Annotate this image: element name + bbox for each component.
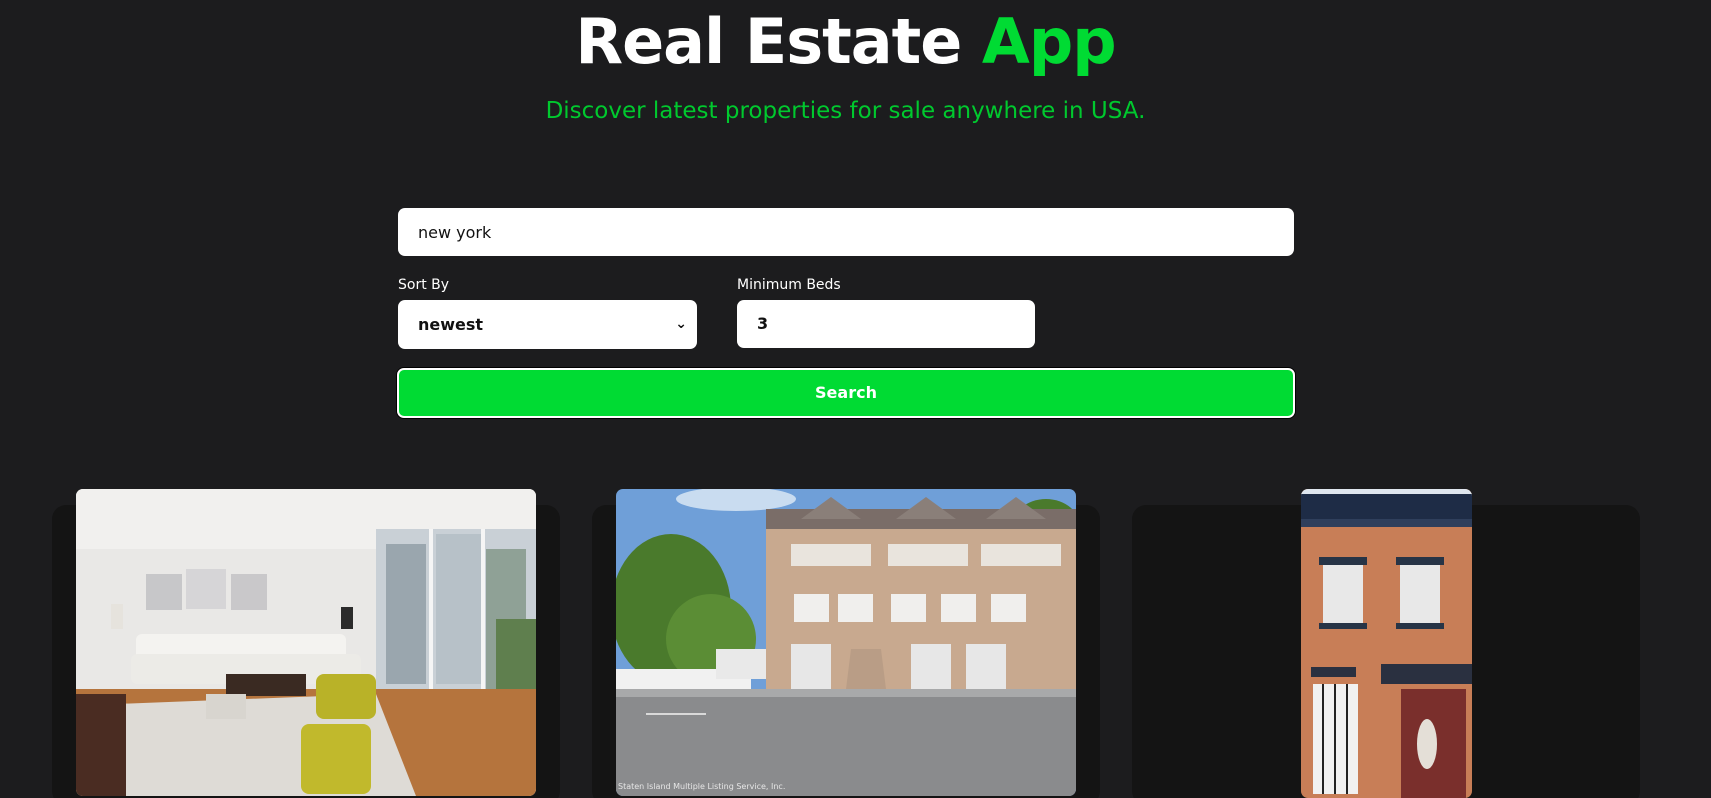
minimum-beds-value: 3: [757, 314, 769, 333]
page-title: Real Estate App: [0, 6, 1691, 78]
page-subtitle: Discover latest properties for sale anyw…: [545, 98, 1146, 124]
listing-photo-living-room[interactable]: [76, 489, 536, 796]
search-input[interactable]: [398, 208, 1294, 256]
chevron-down-icon: ⌄: [675, 316, 687, 332]
title-main: Real Estate: [575, 5, 962, 78]
minimum-beds-label: Minimum Beds: [737, 277, 841, 293]
sort-by-label: Sort By: [398, 277, 450, 293]
photo-watermark: Staten Island Multiple Listing Service, …: [618, 782, 785, 791]
sort-by-select[interactable]: newest ⌄: [398, 300, 697, 349]
sort-by-value: newest: [418, 315, 484, 334]
page: Real Estate App Discover latest properti…: [0, 0, 1711, 798]
minimum-beds-input[interactable]: 3: [737, 300, 1035, 348]
listing-photo-rowhouse[interactable]: [1301, 489, 1472, 798]
title-accent: App: [981, 5, 1117, 78]
search-button[interactable]: Search: [397, 368, 1295, 418]
listing-photo-townhouse[interactable]: Staten Island Multiple Listing Service, …: [616, 489, 1076, 796]
